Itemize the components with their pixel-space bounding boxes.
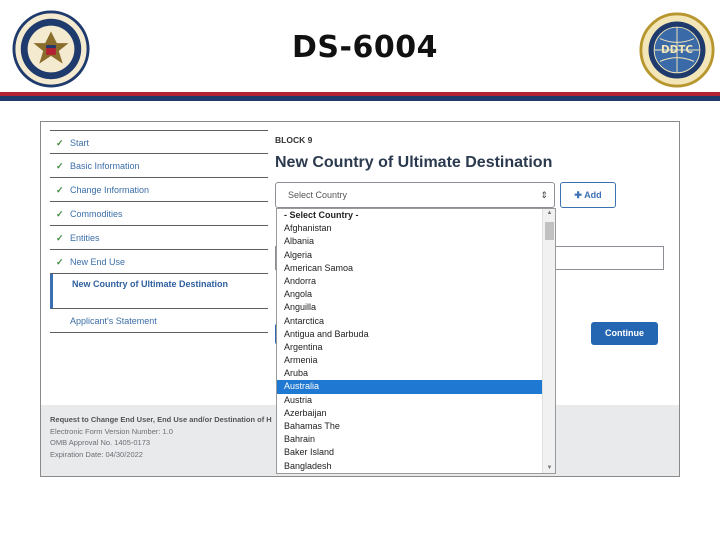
dropdown-option[interactable]: Australia (277, 380, 543, 394)
sidebar-item-new-country-of-ultimate-destination[interactable]: New Country of Ultimate Destination (50, 274, 268, 309)
continue-button[interactable]: Continue (591, 322, 658, 345)
dropdown-option[interactable]: Bangladesh (277, 460, 543, 473)
dropdown-option[interactable]: Argentina (277, 341, 543, 354)
dropdown-option[interactable]: Angola (277, 288, 543, 301)
form-screenshot: Request to Change End User, End Use and/… (40, 121, 680, 477)
add-button-label: Add (584, 190, 602, 200)
footer-title: Request to Change End User, End Use and/… (50, 415, 272, 424)
sidebar-item-label: New End Use (70, 257, 126, 267)
country-select-value: Select Country (288, 190, 348, 200)
select-arrows-icon: ⇕ (540, 190, 548, 200)
sidebar-item-label: Applicant's Statement (70, 316, 157, 326)
footer-version: Electronic Form Version Number: 1.0 (50, 426, 173, 436)
sidebar-item-new-end-use[interactable]: ✓ New End Use (50, 250, 268, 274)
sidebar-nav: ✓ Start ✓ Basic Information ✓ Change Inf… (50, 130, 268, 333)
sidebar-item-label: Entities (70, 233, 100, 243)
country-select[interactable]: Select Country ⇕ (275, 182, 555, 208)
dropdown-option[interactable]: Anguilla (277, 301, 543, 314)
check-icon: ✓ (56, 257, 64, 267)
sidebar-item-commodities[interactable]: ✓ Commodities (50, 202, 268, 226)
slide-title: DS-6004 (292, 30, 438, 65)
form-footer: Request to Change End User, End Use and/… (50, 414, 272, 460)
sidebar-item-basic-information[interactable]: ✓ Basic Information (50, 154, 268, 178)
dropdown-option[interactable]: Albania (277, 235, 543, 248)
dropdown-option[interactable]: Afghanistan (277, 222, 543, 235)
dropdown-option[interactable]: Azerbaijan (277, 407, 543, 420)
check-icon: ✓ (56, 138, 64, 148)
dropdown-option[interactable]: Bahrain (277, 433, 543, 446)
country-dropdown-list[interactable]: - Select Country - Afghanistan Albania Alge… (276, 208, 556, 474)
dropdown-option[interactable]: Bahamas The (277, 420, 543, 433)
check-icon: ✓ (56, 161, 64, 171)
sidebar-item-applicants-statement[interactable]: Applicant's Statement (50, 309, 268, 333)
scroll-down-icon[interactable]: ▼ (543, 465, 555, 471)
sidebar-item-entities[interactable]: ✓ Entities (50, 226, 268, 250)
sidebar-item-start[interactable]: ✓ Start (50, 130, 268, 154)
dropdown-option[interactable]: Austria (277, 394, 543, 407)
dropdown-option[interactable]: Antarctica (277, 315, 543, 328)
dropdown-option[interactable]: Armenia (277, 354, 543, 367)
check-icon: ✓ (56, 185, 64, 195)
dropdown-option[interactable]: Antigua and Barbuda (277, 328, 543, 341)
add-button[interactable]: ✚ Add (560, 182, 616, 208)
check-icon: ✓ (56, 209, 64, 219)
dropdown-option[interactable]: Aruba (277, 367, 543, 380)
sidebar-item-label: Change Information (70, 185, 150, 195)
header-rule-blue (0, 96, 720, 101)
department-of-state-seal (12, 10, 90, 88)
scrollbar-thumb[interactable] (545, 222, 554, 240)
plus-icon: ✚ (574, 190, 582, 200)
scroll-up-icon[interactable]: ▲ (543, 210, 555, 216)
block-label: BLOCK 9 (275, 135, 313, 145)
page-heading: New Country of Ultimate Destination (275, 154, 553, 171)
dropdown-option[interactable]: Andorra (277, 275, 543, 288)
ddtc-seal: DDTC (639, 12, 715, 88)
sidebar-item-label: Basic Information (70, 161, 140, 171)
svg-text:DDTC: DDTC (661, 44, 693, 56)
check-icon: ✓ (56, 233, 64, 243)
dropdown-option[interactable]: American Samoa (277, 262, 543, 275)
dropdown-option[interactable]: Algeria (277, 249, 543, 262)
sidebar-item-label: New Country of Ultimate Destination (72, 279, 229, 289)
sidebar-item-change-information[interactable]: ✓ Change Information (50, 178, 268, 202)
sidebar-item-label: Start (70, 138, 90, 148)
dropdown-option[interactable]: Baker Island (277, 446, 543, 459)
dropdown-option[interactable]: - Select Country - (277, 209, 543, 222)
sidebar-item-label: Commodities (70, 209, 123, 219)
footer-omb: OMB Approval No. 1405-0173 (50, 438, 151, 447)
footer-expiration: Expiration Date: 04/30/2022 (50, 449, 143, 459)
dropdown-scrollbar[interactable]: ▲ ▼ (542, 209, 555, 473)
